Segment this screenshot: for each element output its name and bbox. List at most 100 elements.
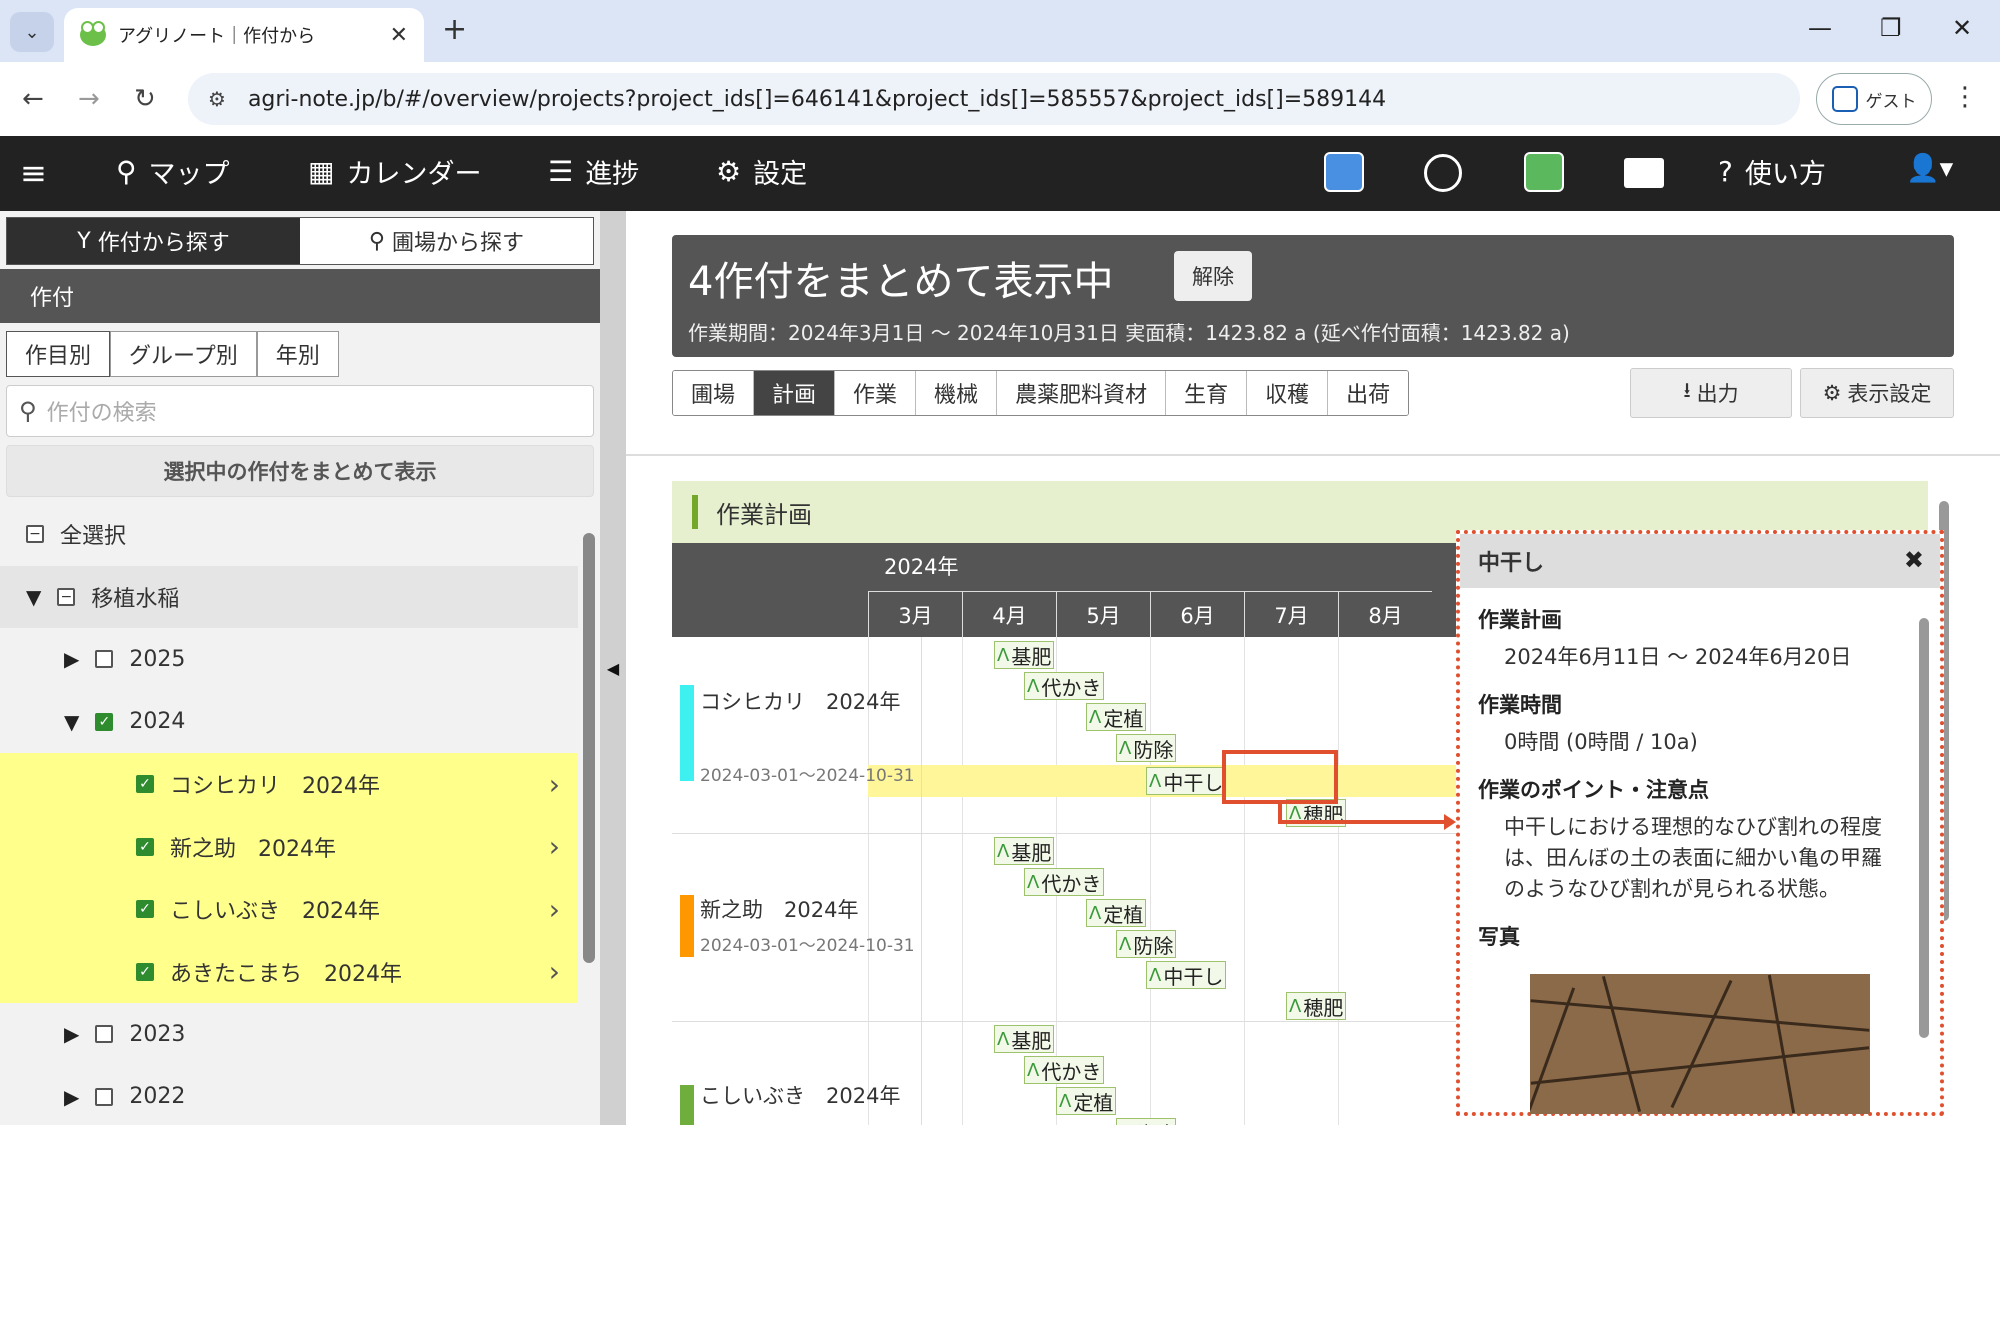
work-time-value: 0時間 (0時間 / 10a) xyxy=(1504,730,1698,754)
year-checkbox[interactable]: ✓ xyxy=(95,712,114,731)
group-tab-crop-type[interactable]: 作目別 xyxy=(6,331,111,377)
crop-checkbox[interactable]: ✓ xyxy=(136,962,154,981)
photo-crack xyxy=(1530,999,1870,1032)
tab-materials[interactable]: 農薬肥料資材 xyxy=(997,371,1167,415)
check-icon: ᐱ xyxy=(1119,737,1132,759)
expand-down-icon[interactable]: ▼ xyxy=(64,710,79,734)
site-info-icon[interactable]: ⚙ xyxy=(208,87,226,111)
task-bar[interactable]: ᐱ 中干し xyxy=(1146,961,1227,989)
chevron-right-icon[interactable]: › xyxy=(549,768,560,801)
task-bar[interactable]: ᐱ防除 xyxy=(1116,930,1177,958)
nav-calendar[interactable]: ▦ カレンダー xyxy=(308,152,481,191)
mgr-app-icon[interactable] xyxy=(1324,152,1364,192)
combine-selected-button[interactable]: 選択中の作付をまとめて表示 xyxy=(6,445,594,497)
tab-shipment[interactable]: 出荷 xyxy=(1328,371,1409,415)
year-checkbox[interactable] xyxy=(95,1087,114,1106)
task-bar[interactable]: ᐱ 代かき xyxy=(1024,1056,1105,1084)
task-bar[interactable]: ᐱ防除 xyxy=(1116,734,1177,762)
chevron-right-icon[interactable]: › xyxy=(549,830,560,863)
task-bar[interactable]: ᐱ 定植 xyxy=(1056,1087,1117,1115)
display-settings-button[interactable]: ⚙ 表示設定 xyxy=(1800,368,1954,418)
crop-checkbox[interactable]: ✓ xyxy=(136,775,154,794)
tab-work[interactable]: 作業 xyxy=(835,371,917,415)
restore-icon[interactable]: ❐ xyxy=(1880,14,1902,42)
expand-right-icon[interactable]: ▶ xyxy=(64,647,79,671)
task-bar[interactable]: ᐱ 代かき xyxy=(1024,672,1105,700)
tree-crop-row[interactable]: ✓ 新之助 2024年 › xyxy=(0,815,578,878)
sidebar-collapse-toggle[interactable]: ◀ xyxy=(600,211,626,1125)
crop-checkbox[interactable]: ✓ xyxy=(136,837,154,856)
tab-machinery[interactable]: 機械 xyxy=(916,371,998,415)
unset-button[interactable]: 解除 xyxy=(1174,251,1252,301)
nav-map[interactable]: ⚲ マップ xyxy=(116,152,230,191)
task-bar[interactable]: ᐱ 定植 xyxy=(1086,899,1147,927)
window-close-icon[interactable]: ✕ xyxy=(1952,14,1972,42)
expand-right-icon[interactable]: ▶ xyxy=(64,1085,79,1109)
popup-scrollbar[interactable] xyxy=(1916,604,1932,1104)
new-tab-button[interactable]: + xyxy=(442,12,467,47)
chat-icon[interactable] xyxy=(1624,158,1664,188)
task-bar[interactable]: ᐱ 穂肥 xyxy=(1286,992,1347,1020)
cracked-soil-photo[interactable] xyxy=(1530,974,1870,1114)
task-bar[interactable]: ᐱ 基肥 xyxy=(994,641,1055,669)
ledger-app-icon[interactable] xyxy=(1524,152,1564,192)
url-field[interactable]: ⚙ agri-note.jp/b/#/overview/projects?pro… xyxy=(188,73,1800,125)
nav-progress[interactable]: ☰ 進捗 xyxy=(548,152,639,191)
category-checkbox[interactable]: − xyxy=(57,587,76,606)
minimize-icon[interactable]: — xyxy=(1808,14,1832,42)
group-tab-group[interactable]: グループ別 xyxy=(110,331,257,377)
photo-label: 写真 xyxy=(1478,925,1520,949)
browser-tab[interactable]: アグリノート｜作付から ✕ xyxy=(64,8,424,62)
plan-value: 2024年6月11日 ～ 2024年6月20日 xyxy=(1504,645,1852,669)
output-button[interactable]: ⭳ 出力 xyxy=(1630,368,1792,418)
nav-settings[interactable]: ⚙ 設定 xyxy=(716,152,807,191)
select-all-row[interactable]: − 全選択 xyxy=(0,503,578,566)
tree-year-row[interactable]: ▶ 2022 xyxy=(0,1066,578,1129)
tree-crop-row[interactable]: ✓ コシヒカリ 2024年 › xyxy=(0,753,578,816)
chevron-right-icon[interactable]: › xyxy=(549,893,560,926)
select-all-checkbox[interactable]: − xyxy=(26,525,44,544)
task-bar-selected[interactable]: ᐱ 中干し xyxy=(1146,767,1227,795)
user-menu-icon[interactable]: 👤▾ xyxy=(1906,152,1953,184)
task-bar[interactable]: ᐱ 基肥 xyxy=(994,837,1055,865)
asterisk-app-icon[interactable] xyxy=(1424,154,1462,192)
tab-list-button[interactable]: ⌄ xyxy=(10,12,54,52)
expand-down-icon[interactable]: ▼ xyxy=(26,585,41,609)
crop-checkbox[interactable]: ✓ xyxy=(136,900,154,919)
crop-search-input[interactable]: ⚲ 作付の検索 xyxy=(6,385,594,437)
tab-harvest[interactable]: 収穫 xyxy=(1247,371,1329,415)
task-bar[interactable]: ᐱ防除 xyxy=(1116,1118,1177,1125)
tab-search-by-field[interactable]: ⚲ 圃場から探す xyxy=(300,218,593,264)
tab-close-icon[interactable]: ✕ xyxy=(390,23,408,48)
tree-crop-row[interactable]: ✓ こしいぶき 2024年 › xyxy=(0,878,578,941)
close-icon[interactable]: ✖ xyxy=(1904,546,1924,574)
browser-menu-icon[interactable]: ⋮ xyxy=(1952,82,1978,112)
tree-year-row[interactable]: ▶ 2023 xyxy=(0,1003,578,1066)
task-bar[interactable]: ᐱ 代かき xyxy=(1024,868,1105,896)
year-checkbox[interactable] xyxy=(95,1025,114,1044)
tab-growth[interactable]: 生育 xyxy=(1166,371,1248,415)
check-icon: ᐱ xyxy=(1089,902,1102,924)
chevron-right-icon[interactable]: › xyxy=(549,955,560,988)
guest-profile-button[interactable]: ゲスト xyxy=(1816,73,1932,125)
sidebar-scrollbar[interactable] xyxy=(578,503,600,1333)
tab-search-by-crop[interactable]: Y 作付から探す xyxy=(7,218,300,264)
task-bar[interactable]: ᐱ 基肥 xyxy=(994,1025,1055,1053)
reload-icon[interactable]: ↻ xyxy=(134,84,156,114)
back-icon[interactable]: ← xyxy=(22,84,44,114)
popup-scroll-thumb[interactable] xyxy=(1919,618,1929,1038)
tree-year-row[interactable]: ▼ ✓ 2024 xyxy=(0,691,578,754)
tree-year-row[interactable]: ▶ 2025 xyxy=(0,628,578,691)
forward-icon[interactable]: → xyxy=(78,84,100,114)
tab-plan[interactable]: 計画 xyxy=(754,371,836,415)
tree-crop-row[interactable]: ✓ あきたこまち 2024年 › xyxy=(0,940,578,1003)
group-tab-year[interactable]: 年別 xyxy=(256,331,339,377)
expand-right-icon[interactable]: ▶ xyxy=(64,1022,79,1046)
tab-fields[interactable]: 圃場 xyxy=(673,371,755,415)
task-bar[interactable]: ᐱ 定植 xyxy=(1086,703,1147,731)
year-checkbox[interactable] xyxy=(95,650,114,669)
menu-toggle-icon[interactable]: ≡ xyxy=(20,154,47,192)
sidebar-scroll-thumb[interactable] xyxy=(583,533,595,963)
tree-category-row[interactable]: ▼ − 移植水稲 xyxy=(0,565,578,628)
nav-help[interactable]: ? 使い方 xyxy=(1718,152,1826,191)
